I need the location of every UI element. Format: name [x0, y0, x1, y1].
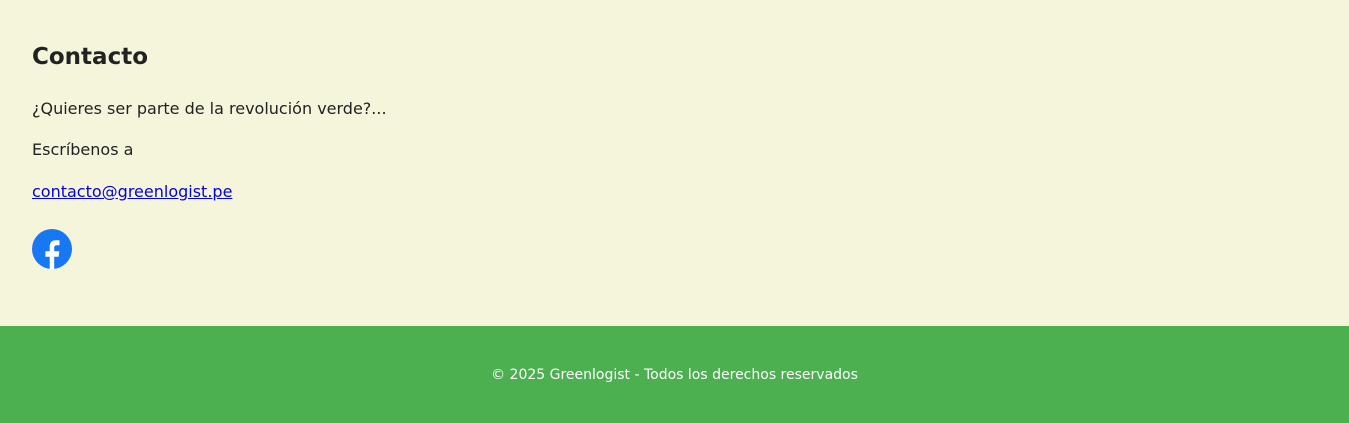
contact-section: Contacto ¿Quieres ser parte de la revolu… [0, 0, 1349, 326]
contact-title: Contacto [32, 44, 148, 70]
contact-email-link[interactable]: contacto@greenlogist.pe [32, 181, 232, 203]
contact-invitation-text: ¿Quieres ser parte de la revolución verd… [32, 99, 387, 118]
facebook-icon [32, 229, 72, 269]
footer-copyright: © 2025 Greenlogist - Todos los derechos … [491, 367, 858, 383]
contact-write-us-text: Escríbenos a [32, 140, 134, 159]
facebook-link[interactable] [32, 229, 72, 269]
